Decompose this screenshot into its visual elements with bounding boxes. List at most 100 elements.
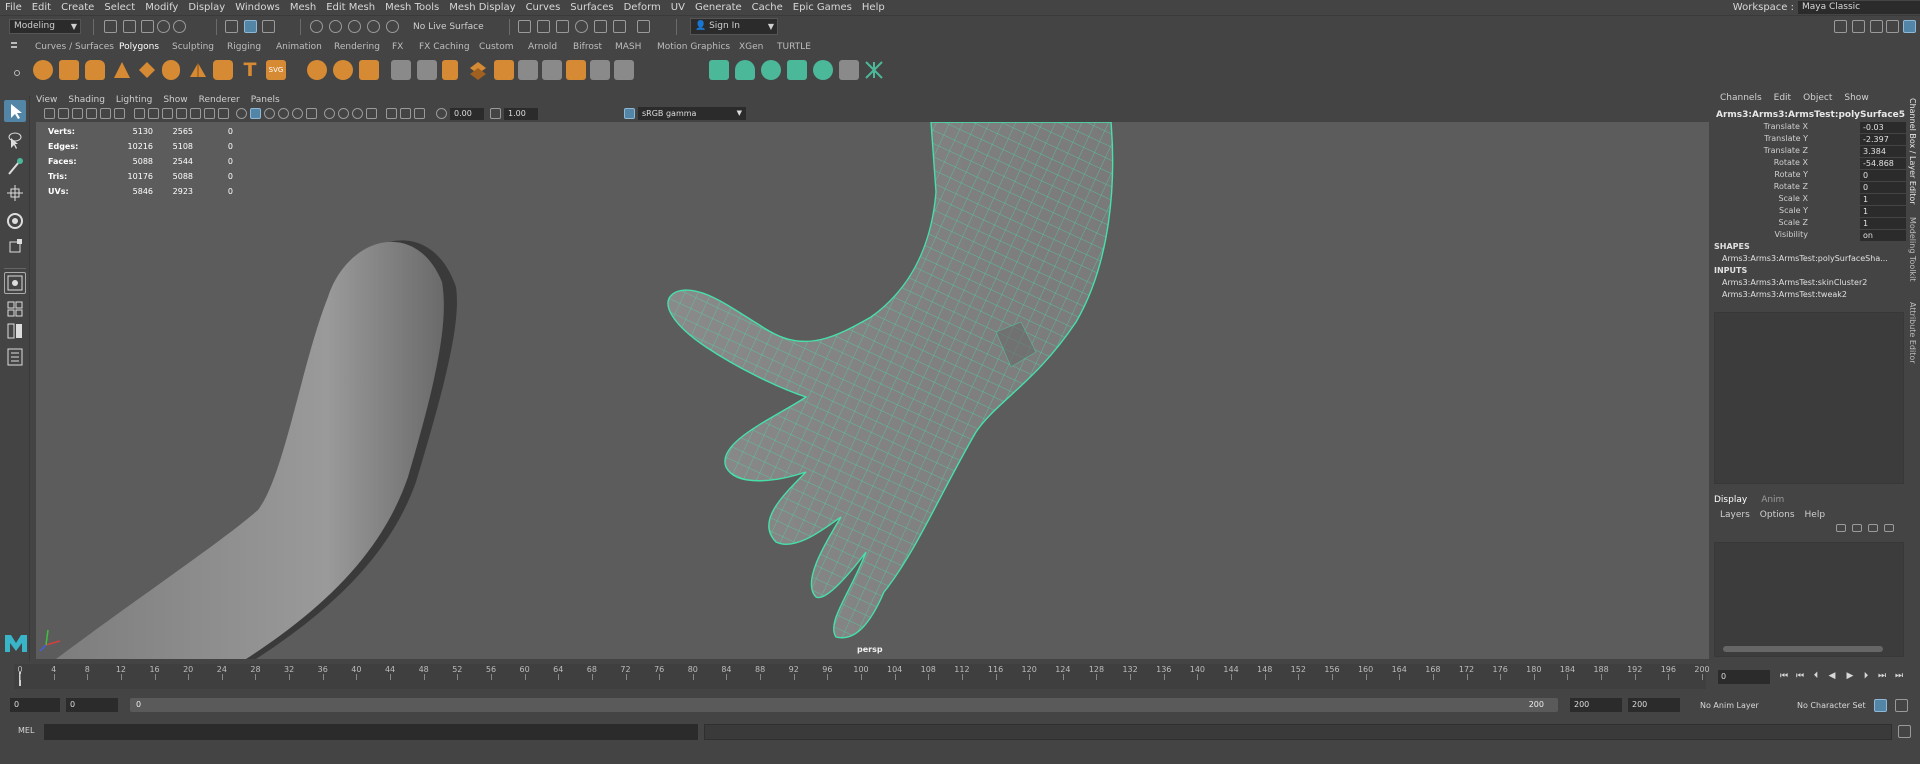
cb-menu-show[interactable]: Show [1844, 93, 1868, 103]
step-back-frame-icon[interactable]: ⏴ [1810, 670, 1822, 683]
side-tab-modeling-toolkit[interactable]: Modeling Toolkit [1908, 217, 1917, 281]
shelf-tab-custom[interactable]: Custom [479, 42, 513, 52]
bookmark-icon[interactable] [72, 108, 83, 119]
menu-cache[interactable]: Cache [747, 2, 788, 13]
shelf-tab-xgen[interactable]: XGen [739, 42, 763, 52]
safe-action-icon[interactable] [204, 108, 215, 119]
panel-menu-view[interactable]: View [36, 95, 57, 105]
smooth-shade-icon[interactable] [250, 108, 261, 119]
cylindrical-uv-icon[interactable] [735, 60, 755, 80]
fill-hole-icon[interactable] [590, 60, 610, 80]
attr-value-field[interactable]: -0.03 [1860, 122, 1906, 133]
poly-pyramid-icon[interactable] [188, 60, 208, 80]
lasso-tool-icon[interactable] [4, 128, 26, 150]
step-forward-key-icon[interactable]: ⏭ [1876, 670, 1888, 683]
gamma-field[interactable]: 1.00 [504, 108, 538, 120]
attr-value-field[interactable]: 0 [1860, 170, 1906, 181]
poly-torus-icon[interactable] [162, 60, 180, 80]
attr-label[interactable]: Scale Y [1779, 206, 1808, 215]
side-tab-channel-box[interactable]: Channel Box / Layer Editor [1908, 98, 1917, 205]
snap-curve-icon[interactable] [329, 20, 342, 33]
wireframe-on-shaded-icon[interactable] [264, 108, 275, 119]
shelf-tab-bifrost[interactable]: Bifrost [573, 42, 602, 52]
separate-icon[interactable] [333, 60, 353, 80]
new-scene-icon[interactable] [104, 20, 117, 33]
cb-menu-object[interactable]: Object [1803, 93, 1832, 103]
snap-live-icon[interactable] [386, 20, 399, 33]
input-node-item[interactable]: Arms3:Arms3:ArmsTest:tweak2 [1722, 290, 1847, 299]
move-layer-down-icon[interactable] [1852, 524, 1862, 532]
shelf-tab-polygons[interactable]: Polygons [119, 42, 159, 52]
use-all-lights-icon[interactable] [292, 108, 303, 119]
cb-menu-edit[interactable]: Edit [1774, 93, 1791, 103]
layer-menu-help[interactable]: Help [1805, 510, 1826, 520]
shelf-tab-fx[interactable]: FX [392, 42, 403, 52]
attr-value-field[interactable]: 0 [1860, 182, 1906, 193]
command-input[interactable] [44, 724, 698, 740]
panel-menu-show[interactable]: Show [163, 95, 187, 105]
bevel-icon[interactable] [494, 60, 514, 80]
new-layer-from-selected-icon[interactable] [1884, 524, 1894, 532]
snap-point-icon[interactable] [348, 20, 361, 33]
play-backwards-icon[interactable]: ◀ [1826, 670, 1838, 683]
scene-end-field[interactable]: 200 [1628, 698, 1680, 712]
exposure-field[interactable]: 0.00 [450, 108, 484, 120]
menu-mesh[interactable]: Mesh [285, 2, 321, 13]
attr-value-field[interactable]: 1 [1860, 218, 1906, 229]
panel-menu-lighting[interactable]: Lighting [116, 95, 152, 105]
outliner-icon[interactable] [4, 346, 26, 368]
move-layer-up-icon[interactable] [1836, 524, 1846, 532]
gate-mask-icon[interactable] [176, 108, 187, 119]
poly-sphere-icon[interactable] [33, 60, 53, 80]
shelf-options-icon[interactable] [14, 70, 20, 76]
shelf-tab-curves-surfaces[interactable]: Curves / Surfaces [35, 42, 114, 52]
menu-set-dropdown[interactable]: Modeling ▼ [9, 19, 81, 34]
safe-title-icon[interactable] [218, 108, 229, 119]
append-polygon-icon[interactable] [566, 60, 586, 80]
svg-tool-icon[interactable]: SVG [266, 60, 286, 80]
hypershade-icon[interactable] [613, 20, 626, 33]
spherical-uv-icon[interactable] [761, 60, 781, 80]
workspace-dropdown[interactable]: Maya Classic [1798, 1, 1920, 14]
cb-menu-channels[interactable]: Channels [1720, 93, 1762, 103]
sign-in-button[interactable]: 👤 Sign In ▼ [690, 18, 778, 35]
motion-blur-icon[interactable] [338, 108, 349, 119]
attr-label[interactable]: Scale Z [1778, 218, 1808, 227]
attr-value-field[interactable]: -54.868 [1860, 158, 1906, 169]
textured-icon[interactable] [278, 108, 289, 119]
gamma-icon[interactable] [490, 108, 501, 119]
persp-outliner-view-icon[interactable] [4, 320, 26, 342]
two-d-pan-zoom-icon[interactable] [100, 108, 111, 119]
range-slider[interactable]: 0 200 [130, 698, 1558, 712]
menu-display[interactable]: Display [183, 2, 230, 13]
select-tool-icon[interactable] [4, 100, 26, 122]
step-back-key-icon[interactable]: ⏮ [1794, 670, 1806, 683]
menu-mesh-display[interactable]: Mesh Display [444, 2, 520, 13]
extrude-icon[interactable] [442, 60, 458, 80]
shelf-tab-mash[interactable]: MASH [615, 42, 641, 52]
tab-display[interactable]: Display [1714, 495, 1747, 505]
construction-history-icon[interactable] [537, 20, 550, 33]
left-arm-mesh[interactable] [56, 240, 457, 659]
new-layer-icon[interactable] [1868, 524, 1878, 532]
insert-edge-loop-icon[interactable] [542, 60, 562, 80]
shelf-tab-animation[interactable]: Animation [276, 42, 322, 52]
poly-type-icon[interactable]: T [240, 60, 260, 80]
attr-label[interactable]: Rotate X [1774, 158, 1808, 167]
snap-grid-icon[interactable] [310, 20, 323, 33]
shelf-tab-fx-caching[interactable]: FX Caching [419, 42, 470, 52]
scale-tool-icon[interactable] [4, 236, 26, 258]
layer-menu-layers[interactable]: Layers [1720, 510, 1750, 520]
color-space-dropdown[interactable]: sRGB gamma ▼ [638, 107, 746, 120]
character-controls-toggle-icon[interactable] [1852, 20, 1865, 33]
attr-label[interactable]: Visibility [1774, 230, 1808, 239]
view-transform-icon[interactable] [624, 108, 635, 119]
redo-icon[interactable] [173, 20, 186, 33]
menu-surfaces[interactable]: Surfaces [565, 2, 618, 13]
modeling-toolkit-toggle-icon[interactable] [1834, 20, 1847, 33]
snap-view-plane-icon[interactable] [367, 20, 380, 33]
automatic-uv-icon[interactable] [787, 60, 807, 80]
character-set-dropdown[interactable]: No Character Set [1797, 701, 1866, 710]
resolution-gate-icon[interactable] [162, 108, 173, 119]
select-object-icon[interactable] [244, 20, 257, 33]
